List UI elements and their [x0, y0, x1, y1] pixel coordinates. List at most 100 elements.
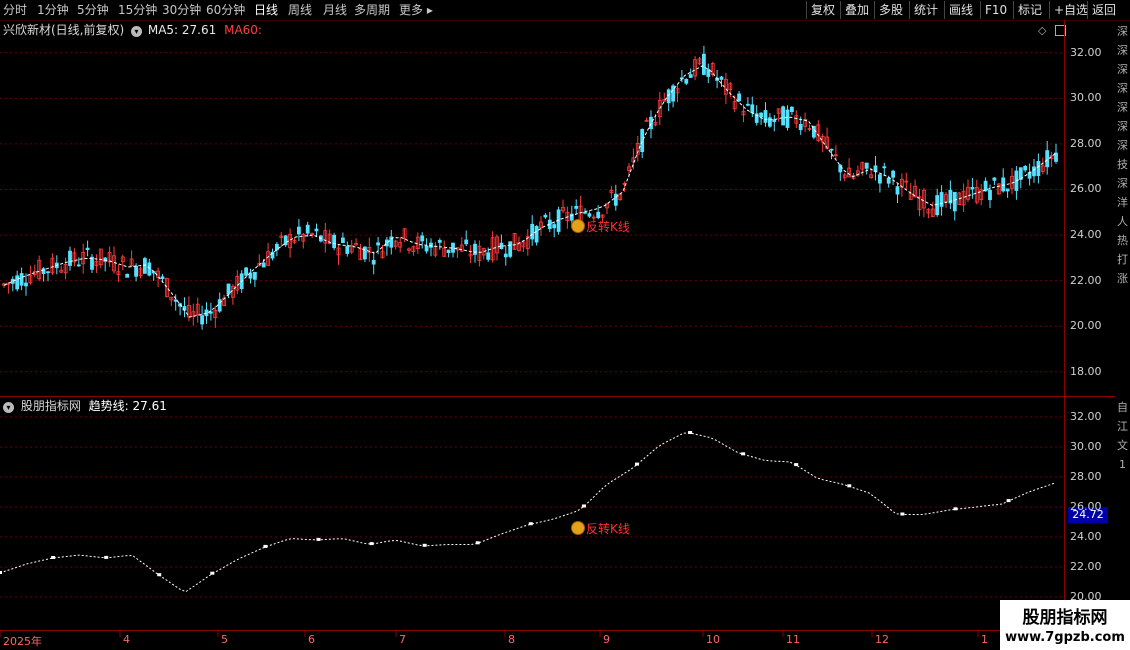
- side-strip-lower: 自江文 1: [1115, 398, 1130, 474]
- indicator-settings-icon[interactable]: ▾: [3, 402, 14, 413]
- side-strip-char: 自: [1117, 401, 1128, 414]
- candle-body: [384, 239, 389, 247]
- candle-body: [873, 165, 878, 172]
- candle-body: [768, 117, 772, 127]
- candle-body: [838, 164, 843, 173]
- side-strip-char: 打: [1117, 253, 1128, 266]
- candle-body: [666, 89, 671, 104]
- indicator-tick-label: 24.00: [1070, 530, 1102, 543]
- side-strip-char: 热: [1117, 234, 1128, 247]
- candle-body: [798, 124, 803, 131]
- candle-body: [746, 103, 750, 106]
- candle-body: [486, 252, 491, 260]
- coin-icon: [571, 521, 585, 535]
- side-info-strip[interactable]: 深深深深深深深技深洋人热打涨: [1115, 22, 1130, 392]
- candle-body: [244, 267, 249, 276]
- trend-marker: [157, 573, 162, 577]
- candle-body: [134, 265, 139, 277]
- trend-marker: [847, 484, 852, 488]
- candle-body: [19, 273, 24, 286]
- reversal-signal-indicator: 反转K线: [571, 520, 630, 537]
- time-tick-label: 12: [875, 633, 889, 646]
- side-strip-char: 深: [1117, 25, 1128, 38]
- trend-marker: [953, 507, 958, 511]
- price-tick-label: 26.00: [1070, 182, 1102, 196]
- candle-body: [200, 315, 205, 325]
- side-info-strip-lower[interactable]: 自江文 1: [1115, 398, 1130, 508]
- price-tick-label: 22.00: [1070, 273, 1102, 287]
- side-strip-char: 技: [1117, 158, 1128, 171]
- time-tick-label: 11: [786, 633, 800, 646]
- candle-body: [574, 205, 579, 209]
- candle-body: [781, 106, 785, 126]
- candle-body: [90, 256, 94, 270]
- reversal-signal-main: 反转K线: [571, 218, 630, 235]
- candle-body: [464, 239, 469, 245]
- candle-body: [125, 273, 130, 278]
- indicator-name[interactable]: 股朋指标网: [21, 399, 81, 413]
- candle-body: [772, 119, 777, 123]
- trend-marker: [900, 512, 905, 516]
- panel-divider[interactable]: [0, 396, 1115, 397]
- trend-marker: [369, 542, 374, 546]
- candle-body: [596, 211, 601, 218]
- candle-body: [988, 189, 992, 201]
- indicator-tick-label: 26.00: [1070, 500, 1102, 513]
- trend-marker: [528, 522, 533, 526]
- candle-body: [640, 128, 645, 152]
- candle-body: [226, 283, 231, 295]
- candle-body: [217, 299, 222, 312]
- indicator-tick-label: 28.00: [1070, 470, 1102, 483]
- trend-marker: [316, 537, 321, 541]
- side-strip-char: 深: [1117, 82, 1128, 95]
- trend-marker: [210, 571, 215, 575]
- candle-body: [305, 224, 310, 234]
- price-tick-label: 30.00: [1070, 91, 1102, 105]
- side-strip-char: 文: [1117, 439, 1128, 452]
- side-strip-char: 涨: [1117, 272, 1128, 285]
- indicator-panel-title: ▾ 股朋指标网 趋势线: 27.61: [3, 398, 167, 414]
- kline-chart[interactable]: [0, 0, 1130, 650]
- candle-body: [261, 262, 266, 268]
- side-strip-char: 深: [1117, 177, 1128, 190]
- candle-body: [173, 299, 178, 302]
- side-strip-char: 人: [1117, 215, 1128, 228]
- watermark-title: 股朋指标网: [1022, 608, 1108, 628]
- side-strip-char: 江: [1117, 420, 1128, 433]
- trend-marker: [1006, 499, 1011, 503]
- price-tick-label: 32.00: [1070, 45, 1102, 59]
- candle-body: [1005, 188, 1010, 192]
- candle-body: [147, 262, 152, 276]
- trend-line: [0, 432, 1056, 593]
- trend-line-value: 27.61: [132, 399, 167, 413]
- time-tick-label: 10: [706, 633, 720, 646]
- side-strip-char: 1: [1119, 458, 1126, 471]
- side-strip-char: 深: [1117, 101, 1128, 114]
- candle-body: [970, 186, 975, 190]
- candle-body: [208, 311, 213, 314]
- candle-body: [160, 276, 165, 279]
- candle-body: [1023, 165, 1028, 171]
- price-tick-label: 24.00: [1070, 228, 1102, 242]
- side-strip-upper: 深深深深深深深技深洋人热打涨: [1115, 22, 1130, 288]
- candle-body: [983, 180, 988, 192]
- candle-body: [952, 191, 957, 212]
- candle-body: [68, 250, 72, 266]
- indicator-tick-label: 22.00: [1070, 560, 1102, 573]
- site-watermark: 股朋指标网 www.7gpzb.com: [1000, 600, 1130, 650]
- candle-body: [543, 214, 548, 218]
- trend-marker: [422, 543, 427, 547]
- trend-marker: [0, 571, 2, 574]
- candle-body: [424, 245, 429, 252]
- time-tick-label: 4: [123, 633, 130, 646]
- trend-marker: [475, 541, 480, 545]
- candle-body: [437, 239, 442, 243]
- side-strip-char: 深: [1117, 120, 1128, 133]
- time-tick-label: 5: [221, 633, 228, 646]
- candle-body: [530, 223, 535, 240]
- trend-marker: [51, 556, 56, 559]
- trend-marker: [741, 452, 746, 456]
- trend-marker: [635, 462, 639, 466]
- candle-body: [473, 243, 477, 255]
- candle-body: [345, 246, 350, 254]
